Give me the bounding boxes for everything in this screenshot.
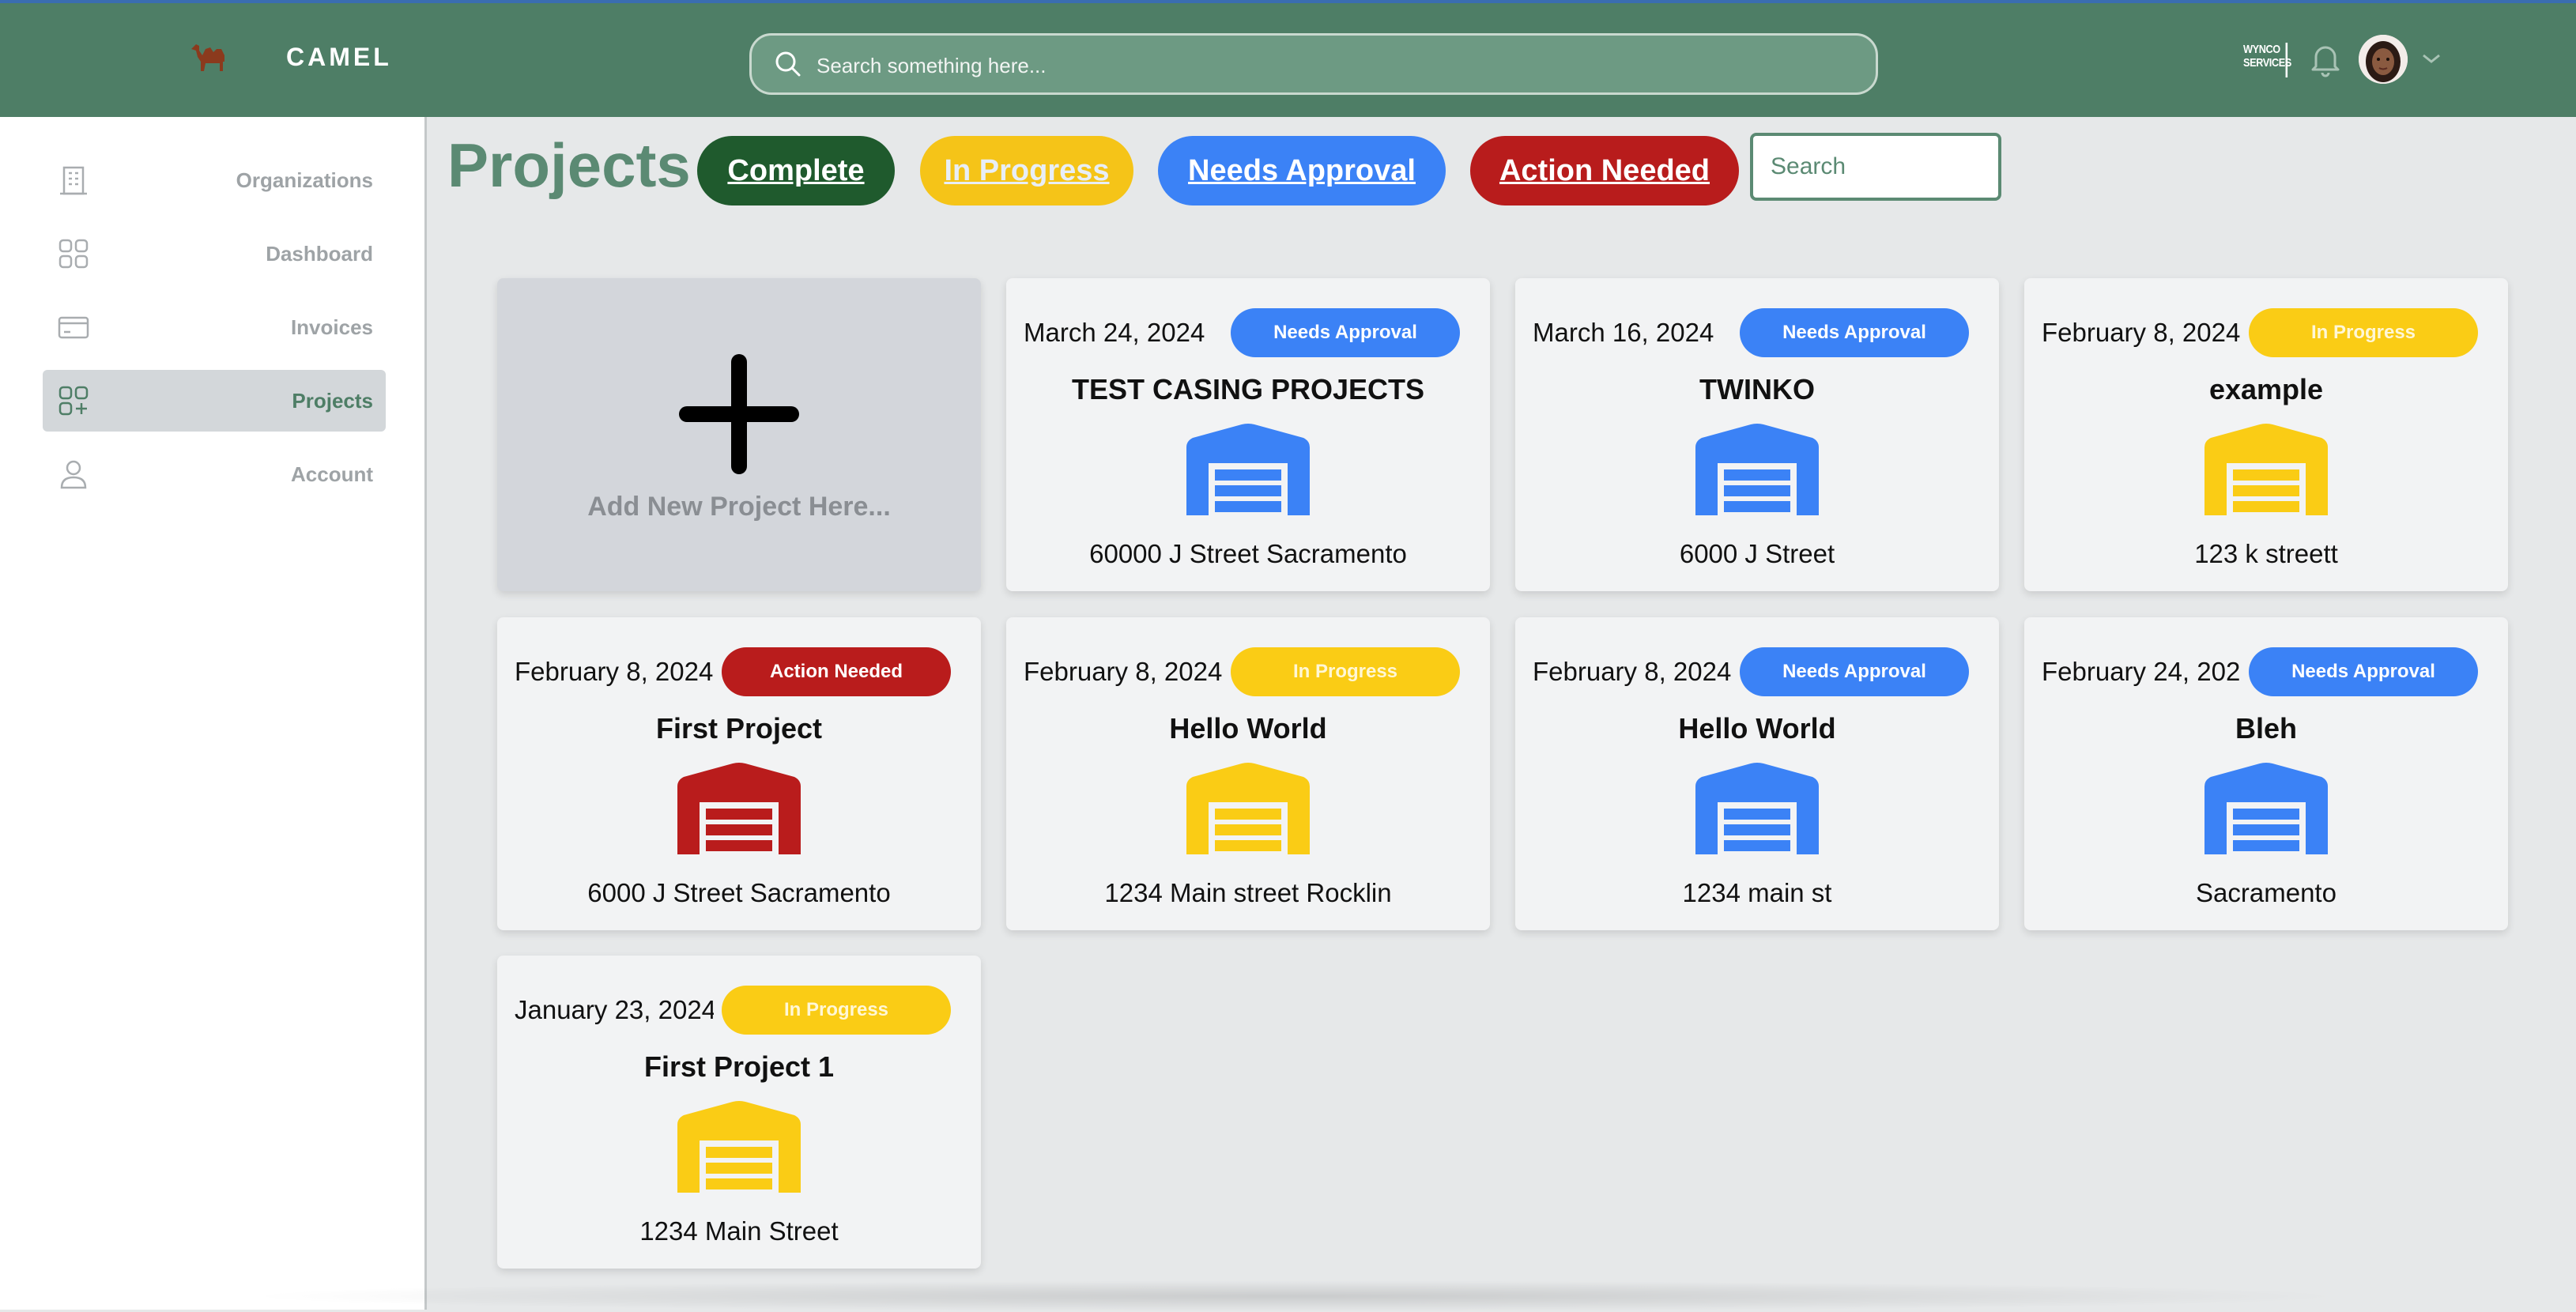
project-title: Hello World [1169, 712, 1327, 745]
project-title: TEST CASING PROJECTS [1071, 373, 1425, 405]
search-icon [775, 51, 801, 77]
user-avatar[interactable] [2359, 35, 2408, 84]
plus-icon [679, 354, 799, 474]
project-address: 60000 J Street Sacramento [1089, 539, 1407, 568]
status-badge[interactable]: Needs Approval [1740, 647, 1969, 696]
filter-complete-button[interactable]: Complete [697, 136, 895, 205]
brand-name[interactable]: CAMEL [286, 43, 392, 72]
warehouse-icon [677, 763, 801, 854]
project-date: February 8, 2024 [515, 657, 714, 686]
warehouse-icon [1186, 424, 1310, 515]
sidebar-item-label: Projects [292, 389, 373, 413]
bottom-shadow [237, 1280, 2355, 1312]
grid-plus-icon [58, 386, 89, 416]
sidebar-item-label: Dashboard [266, 242, 373, 266]
sidebar-item-label: Account [291, 462, 373, 486]
sidebar-item-dashboard[interactable]: Dashboard [43, 223, 386, 285]
global-search[interactable] [749, 33, 1878, 95]
project-address: 6000 J Street Sacramento [587, 878, 891, 907]
project-address: 6000 J Street [1679, 539, 1835, 568]
sidebar-item-invoices[interactable]: Invoices [43, 296, 386, 358]
project-address: Sacramento [2196, 878, 2337, 907]
project-date: February 24, 2024 [2042, 657, 2241, 686]
project-title: Bleh [2235, 712, 2297, 745]
sidebar-item-account[interactable]: Account [43, 443, 386, 505]
card-icon [58, 316, 89, 339]
project-card[interactable]: February 8, 2024 In Progress example 123 k … [2024, 278, 2508, 591]
status-badge[interactable]: In Progress [1231, 647, 1460, 696]
sidebar-item-projects[interactable]: Projects [43, 370, 386, 432]
avatar-image [2359, 35, 2408, 84]
warehouse-icon [1695, 763, 1819, 854]
company-logo-line1: WYNCO [2243, 43, 2280, 56]
project-date: January 23, 2024 [515, 995, 714, 1024]
project-card[interactable]: February 8, 2024 In Progress Hello World 12… [1006, 617, 1490, 930]
company-logo: WYNCO SERVICES [2243, 43, 2291, 77]
project-search-input[interactable] [1750, 133, 2001, 201]
project-date: February 8, 2024 [1024, 657, 1223, 686]
project-address: 1234 main st [1682, 878, 1832, 907]
warehouse-icon [2204, 763, 2328, 854]
company-logo-line2: SERVICES [2243, 56, 2291, 70]
project-card[interactable]: February 8, 2024 Action Needed First Proje… [497, 617, 981, 930]
project-address: 1234 Main street Rocklin [1104, 878, 1392, 907]
grid-icon [58, 239, 89, 269]
status-badge[interactable]: Needs Approval [2249, 647, 2478, 696]
status-badge[interactable]: Action Needed [722, 647, 951, 696]
project-card[interactable]: February 24, 2024 Needs Approval Bleh Sacra… [2024, 617, 2508, 930]
project-date: February 8, 2024 [2042, 318, 2241, 347]
status-badge[interactable]: In Progress [722, 986, 951, 1035]
global-search-input[interactable] [815, 45, 1846, 86]
bell-icon[interactable] [2310, 41, 2341, 77]
sidebar-item-label: Organizations [236, 168, 373, 192]
add-project-label: Add New Project Here... [587, 492, 891, 522]
sidebar-item-organizations[interactable]: Organizations [43, 149, 386, 211]
warehouse-icon [1695, 424, 1819, 515]
chevron-down-icon[interactable] [2417, 49, 2446, 68]
project-card[interactable]: March 16, 2024 Needs Approval TWINKO 6000 J… [1515, 278, 1999, 591]
warehouse-icon [2204, 424, 2328, 515]
project-card[interactable]: January 23, 2024 In Progress First Project… [497, 956, 981, 1269]
project-address: 123 k streett [2194, 539, 2338, 568]
project-address: 1234 Main Street [639, 1216, 839, 1246]
project-card[interactable]: March 24, 2024 Needs Approval TEST CASING … [1006, 278, 1490, 591]
project-title: First Project 1 [643, 1050, 835, 1083]
project-date: March 16, 2024 [1533, 318, 1714, 347]
status-badge[interactable]: Needs Approval [1231, 308, 1460, 357]
building-icon [60, 166, 87, 195]
project-title: example [2208, 373, 2324, 405]
project-card[interactable]: February 8, 2024 Needs Approval Hello Worl… [1515, 617, 1999, 930]
project-date: February 8, 2024 [1533, 657, 1732, 686]
warehouse-icon [1186, 763, 1310, 854]
project-title: TWINKO [1699, 373, 1815, 405]
camel-logo-icon[interactable] [188, 38, 231, 76]
warehouse-icon [677, 1101, 801, 1193]
sidebar-item-label: Invoices [290, 315, 373, 339]
filter-needs-approval-button[interactable]: Needs Approval [1158, 136, 1446, 205]
filter-action-needed-button[interactable]: Action Needed [1470, 136, 1739, 205]
page-title: Projects [447, 130, 691, 200]
top-bar: CAMEL WYNCO SERVICES [0, 0, 2576, 117]
status-badge[interactable]: In Progress [2249, 308, 2478, 357]
project-title: Hello World [1678, 712, 1836, 745]
status-badge[interactable]: Needs Approval [1740, 308, 1969, 357]
project-title: First Project [655, 712, 823, 745]
filter-in-progress-button[interactable]: In Progress [920, 136, 1133, 205]
project-date: March 24, 2024 [1024, 318, 1205, 347]
user-icon [60, 460, 87, 489]
add-project-card[interactable]: Add New Project Here... [497, 278, 981, 591]
